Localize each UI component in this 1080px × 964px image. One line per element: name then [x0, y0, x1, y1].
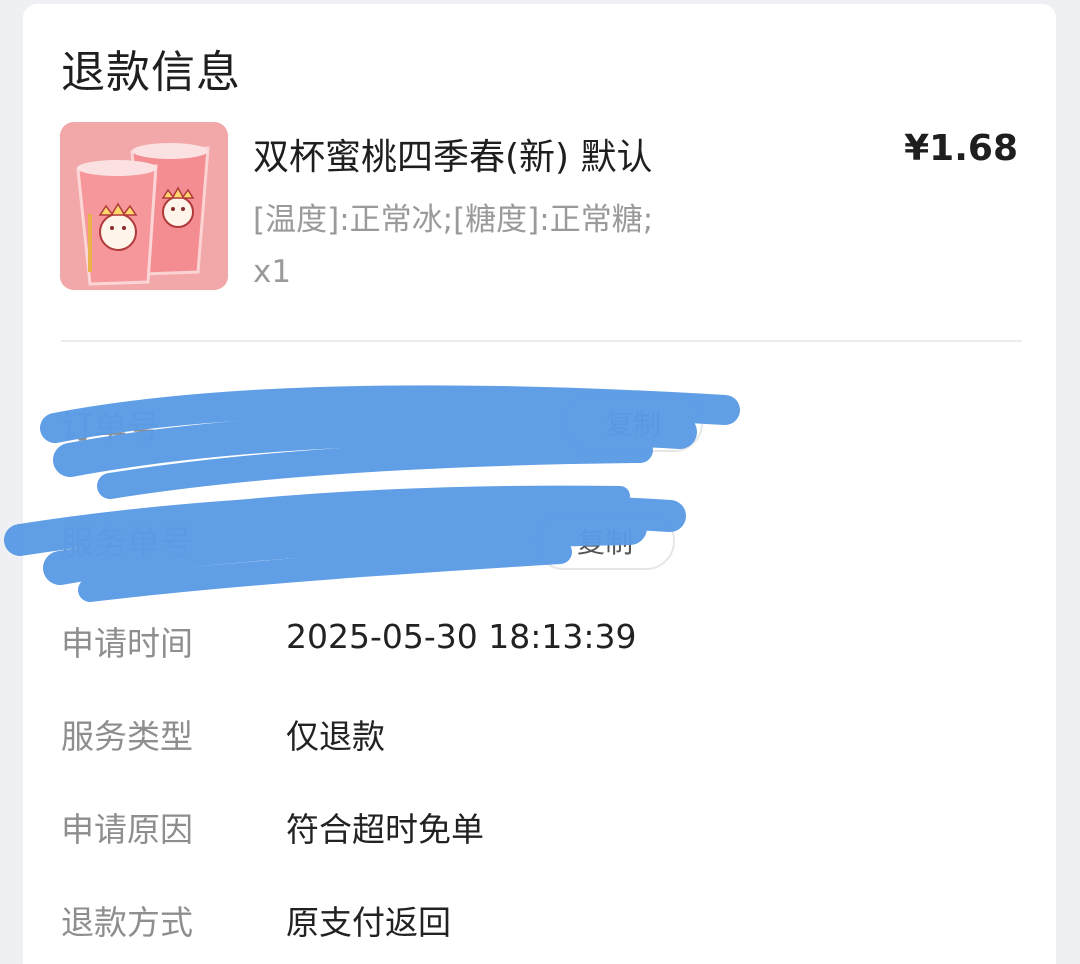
product-image-drawing [60, 122, 228, 290]
divider [61, 340, 1022, 342]
service-type-value: 仅退款 [286, 717, 385, 756]
service-number-label: 服务单号 [61, 523, 193, 562]
copy-service-number-button[interactable]: 复制 [535, 512, 675, 570]
order-number-row: 订单号 [61, 400, 1022, 450]
product-name: 双杯蜜桃四季春(新) 默认 [253, 137, 653, 178]
copy-order-number-button[interactable]: 复制 [563, 394, 703, 452]
refund-method-value: 原支付返回 [286, 903, 451, 942]
product-price: ¥1.68 [904, 128, 1018, 169]
refund-method-label: 退款方式 [61, 903, 193, 942]
detail-row: 申请原因 符合超时免单 [61, 803, 1022, 853]
detail-row: 退款方式 原支付返回 [61, 896, 1022, 946]
page-title: 退款信息 [61, 47, 241, 98]
refund-info-card: 退款信息 双杯蜜桃四季春(新) 默认 [温度]:正常冰;[糖度]:正常糖; x1… [23, 4, 1056, 964]
detail-row: 申请时间 2025-05-30 18:13:39 [61, 617, 1022, 667]
apply-time-value: 2025-05-30 18:13:39 [286, 617, 637, 656]
product-quantity: x1 [253, 254, 292, 290]
product-image [60, 122, 228, 290]
apply-reason-value: 符合超时免单 [286, 810, 484, 849]
apply-reason-label: 申请原因 [61, 810, 193, 849]
apply-time-label: 申请时间 [61, 624, 193, 663]
order-number-label: 订单号 [61, 407, 160, 446]
service-type-label: 服务类型 [61, 717, 193, 756]
detail-row: 服务类型 仅退款 [61, 710, 1022, 760]
product-spec: [温度]:正常冰;[糖度]:正常糖; [253, 202, 654, 238]
